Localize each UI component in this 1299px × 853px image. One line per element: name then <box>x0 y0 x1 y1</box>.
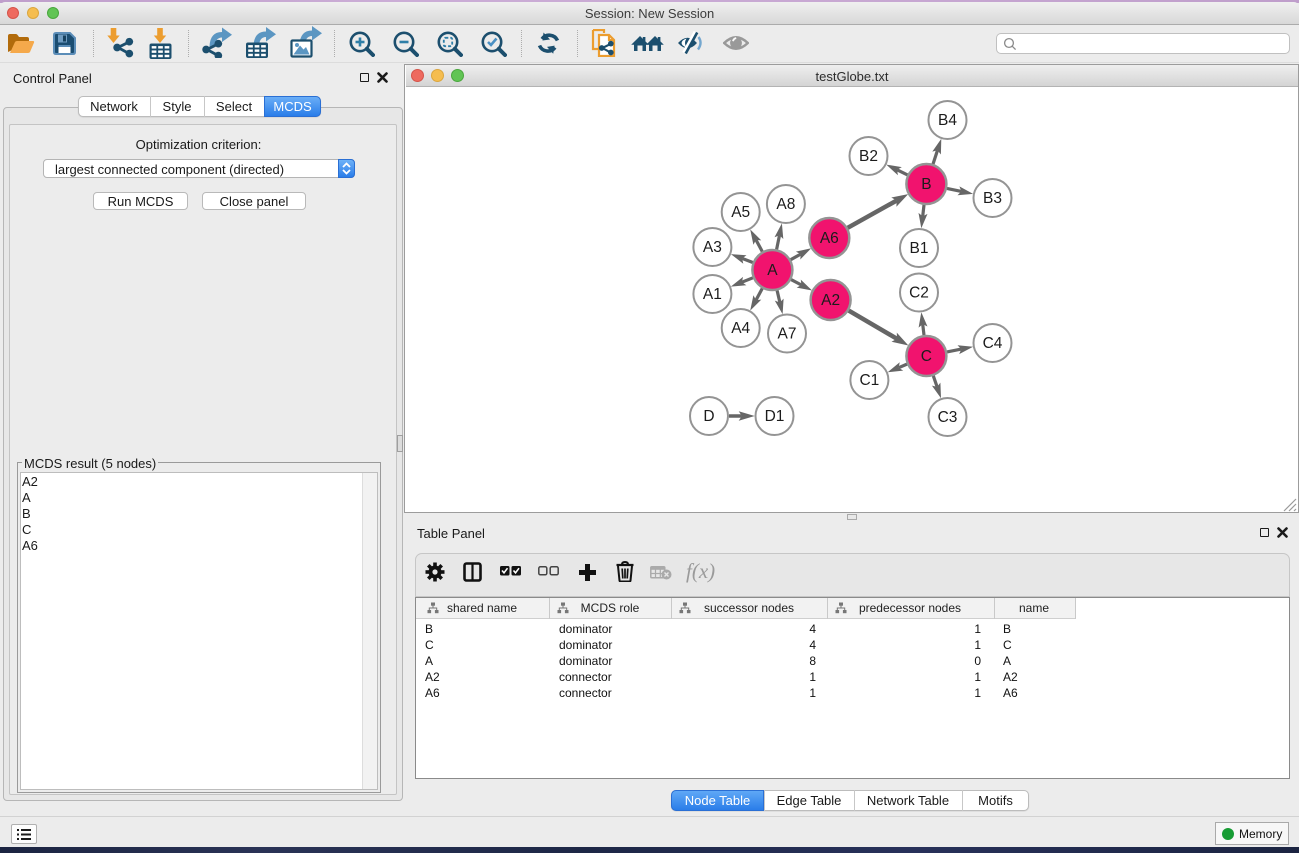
svg-text:A: A <box>767 262 778 279</box>
svg-text:C4: C4 <box>983 335 1003 352</box>
svg-text:B2: B2 <box>859 148 878 165</box>
svg-text:C3: C3 <box>938 409 958 426</box>
svg-text:A3: A3 <box>703 239 722 256</box>
svg-text:A6: A6 <box>820 230 839 247</box>
svg-text:D: D <box>703 408 714 425</box>
svg-text:A7: A7 <box>778 326 797 343</box>
svg-text:D1: D1 <box>765 408 785 425</box>
svg-text:C1: C1 <box>859 372 879 389</box>
svg-text:A4: A4 <box>731 320 750 337</box>
svg-text:A8: A8 <box>776 196 795 213</box>
svg-text:C2: C2 <box>909 285 929 302</box>
svg-text:B4: B4 <box>938 112 957 129</box>
svg-text:B: B <box>921 176 931 193</box>
svg-text:A1: A1 <box>703 286 722 303</box>
svg-text:A2: A2 <box>821 292 840 309</box>
svg-text:B1: B1 <box>910 240 929 257</box>
svg-text:A5: A5 <box>731 204 750 221</box>
svg-text:B3: B3 <box>983 190 1002 207</box>
svg-text:C: C <box>921 348 932 365</box>
